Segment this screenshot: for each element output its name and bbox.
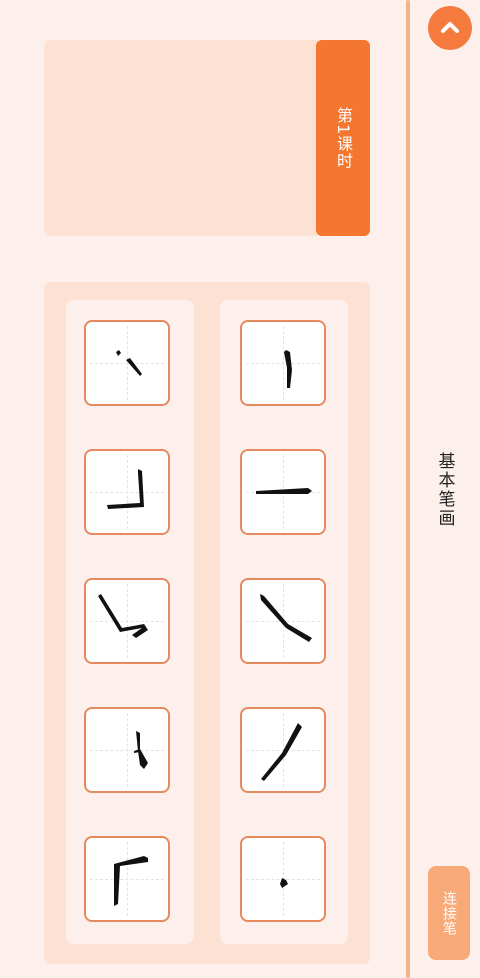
stroke-cell[interactable] — [84, 578, 170, 664]
stroke-cell[interactable] — [240, 578, 326, 664]
stroke-glyph — [116, 350, 142, 376]
vertical-divider — [406, 0, 410, 978]
stroke-glyph — [284, 350, 292, 388]
stroke-glyph — [261, 723, 302, 781]
stroke-glyph — [256, 488, 312, 494]
stroke-cell[interactable] — [84, 320, 170, 406]
stroke-cell[interactable] — [240, 707, 326, 793]
stroke-cell[interactable] — [84, 707, 170, 793]
stroke-glyph — [134, 731, 148, 769]
stroke-glyph — [260, 594, 312, 642]
stroke-glyph — [114, 856, 148, 906]
stroke-cell[interactable] — [84, 449, 170, 535]
stroke-glyph — [280, 878, 288, 888]
stroke-cell[interactable] — [240, 836, 326, 922]
lesson-tab[interactable]: 第1课时 — [316, 40, 370, 236]
connect-button[interactable]: 连接笔 — [428, 866, 470, 960]
page-title: 基本笔画 — [434, 452, 455, 528]
chevron-up-icon — [441, 22, 459, 33]
stroke-glyph — [98, 594, 148, 638]
stroke-glyph — [107, 469, 144, 509]
stroke-cell[interactable] — [240, 449, 326, 535]
back-button[interactable] — [428, 6, 472, 50]
stroke-cell[interactable] — [84, 836, 170, 922]
stroke-cell[interactable] — [240, 320, 326, 406]
